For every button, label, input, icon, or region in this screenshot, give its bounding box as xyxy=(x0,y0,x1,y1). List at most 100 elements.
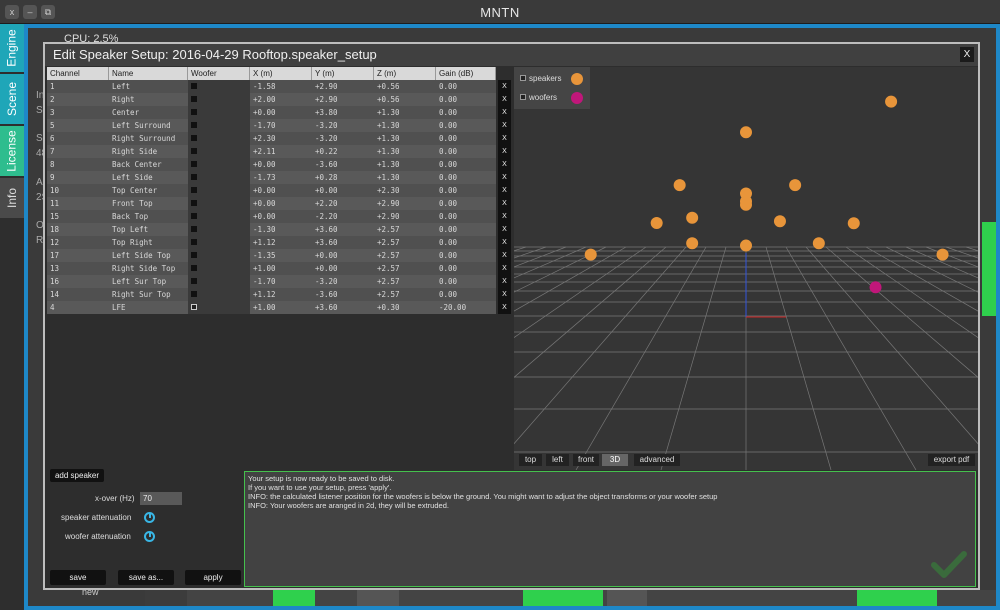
remove-speaker-button[interactable]: X xyxy=(498,223,511,236)
woofer-checkbox[interactable] xyxy=(191,122,197,128)
table-row[interactable]: 5 Left Surround -1.70 -3.20 +1.30 0.00 X xyxy=(47,119,512,132)
cell-y[interactable]: -3.20 xyxy=(312,132,374,145)
cell-channel[interactable]: 10 xyxy=(47,184,109,197)
cell-gain[interactable]: 0.00 xyxy=(436,184,496,197)
xover-input[interactable]: 70 xyxy=(140,492,182,505)
table-row[interactable]: 7 Right Side +2.11 +0.22 +1.30 0.00 X xyxy=(47,145,512,158)
table-row[interactable]: 2 Right +2.00 +2.90 +0.56 0.00 X xyxy=(47,93,512,106)
cell-z[interactable]: +2.57 xyxy=(374,288,436,301)
cell-z[interactable]: +1.30 xyxy=(374,119,436,132)
woofer-checkbox[interactable] xyxy=(191,174,197,180)
cell-z[interactable]: +1.30 xyxy=(374,106,436,119)
cell-channel[interactable]: 18 xyxy=(47,223,109,236)
tab-engine[interactable]: Engine xyxy=(0,24,24,72)
cell-channel[interactable]: 5 xyxy=(47,119,109,132)
woofer-checkbox-cell[interactable] xyxy=(188,145,250,158)
cell-y[interactable]: +3.60 xyxy=(312,301,374,314)
cell-channel[interactable]: 11 xyxy=(47,197,109,210)
woofer-checkbox-cell[interactable] xyxy=(188,93,250,106)
cell-name[interactable]: Left Side xyxy=(109,171,188,184)
woofer-checkbox-cell[interactable] xyxy=(188,249,250,262)
cell-y[interactable]: +2.90 xyxy=(312,93,374,106)
table-row[interactable]: 12 Top Right +1.12 +3.60 +2.57 0.00 X xyxy=(47,236,512,249)
add-speaker-button[interactable]: add speaker xyxy=(50,469,104,482)
remove-speaker-button[interactable]: X xyxy=(498,106,511,119)
woofer-checkbox[interactable] xyxy=(191,226,197,232)
cell-x[interactable]: +0.00 xyxy=(250,197,312,210)
cell-x[interactable]: +0.00 xyxy=(250,184,312,197)
cell-gain[interactable]: 0.00 xyxy=(436,171,496,184)
cell-z[interactable]: +2.57 xyxy=(374,275,436,288)
cell-z[interactable]: +0.56 xyxy=(374,80,436,93)
table-row[interactable]: 15 Back Top +0.00 -2.20 +2.90 0.00 X xyxy=(47,210,512,223)
cell-channel[interactable]: 17 xyxy=(47,249,109,262)
cell-y[interactable]: +2.20 xyxy=(312,197,374,210)
view-top-button[interactable]: top xyxy=(519,454,542,466)
remove-speaker-button[interactable]: X xyxy=(498,288,511,301)
cell-name[interactable]: Left Surround xyxy=(109,119,188,132)
table-row[interactable]: 6 Right Surround +2.30 -3.20 +1.30 0.00 X xyxy=(47,132,512,145)
cell-channel[interactable]: 3 xyxy=(47,106,109,119)
cell-z[interactable]: +2.30 xyxy=(374,184,436,197)
speaker-3d-view[interactable]: speakers woofers xyxy=(514,67,978,470)
remove-speaker-button[interactable]: X xyxy=(498,158,511,171)
cell-y[interactable]: +0.00 xyxy=(312,184,374,197)
legend-speakers[interactable]: speakers xyxy=(520,74,561,83)
dialog-close-button[interactable]: X xyxy=(960,47,974,62)
export-pdf-button[interactable]: export pdf xyxy=(928,454,975,466)
cell-x[interactable]: +0.00 xyxy=(250,210,312,223)
view-front-button[interactable]: front xyxy=(573,454,599,466)
cell-y[interactable]: +2.90 xyxy=(312,80,374,93)
cell-gain[interactable]: 0.00 xyxy=(436,210,496,223)
legend-woofers[interactable]: woofers xyxy=(520,93,557,102)
view-advanced-button[interactable]: advanced xyxy=(634,454,680,466)
cell-y[interactable]: -3.60 xyxy=(312,288,374,301)
remove-speaker-button[interactable]: X xyxy=(498,262,511,275)
cell-channel[interactable]: 4 xyxy=(47,301,109,314)
cell-y[interactable]: -3.60 xyxy=(312,158,374,171)
woofer-checkbox-cell[interactable] xyxy=(188,275,250,288)
cell-gain[interactable]: 0.00 xyxy=(436,223,496,236)
woofer-checkbox-cell[interactable] xyxy=(188,288,250,301)
table-row[interactable]: 11 Front Top +0.00 +2.20 +2.90 0.00 X xyxy=(47,197,512,210)
woofers-toggle-checkbox[interactable] xyxy=(520,93,526,100)
table-row[interactable]: 14 Right Sur Top +1.12 -3.60 +2.57 0.00 X xyxy=(47,288,512,301)
cell-channel[interactable]: 8 xyxy=(47,158,109,171)
cell-x[interactable]: +2.00 xyxy=(250,93,312,106)
cell-gain[interactable]: 0.00 xyxy=(436,288,496,301)
cell-x[interactable]: +2.11 xyxy=(250,145,312,158)
cell-name[interactable]: Back Top xyxy=(109,210,188,223)
cell-y[interactable]: +0.00 xyxy=(312,262,374,275)
woofer-checkbox-cell[interactable] xyxy=(188,262,250,275)
cell-gain[interactable]: 0.00 xyxy=(436,106,496,119)
table-row[interactable]: 4 LFE +1.00 +3.60 +0.30 -20.00 X xyxy=(47,301,512,314)
cell-z[interactable]: +2.57 xyxy=(374,236,436,249)
cell-gain[interactable]: 0.00 xyxy=(436,236,496,249)
cell-x[interactable]: -1.70 xyxy=(250,275,312,288)
table-row[interactable]: 8 Back Center +0.00 -3.60 +1.30 0.00 X xyxy=(47,158,512,171)
cell-y[interactable]: -2.20 xyxy=(312,210,374,223)
cell-y[interactable]: +0.22 xyxy=(312,145,374,158)
woofer-checkbox-cell[interactable] xyxy=(188,80,250,93)
cell-z[interactable]: +1.30 xyxy=(374,171,436,184)
cell-gain[interactable]: 0.00 xyxy=(436,262,496,275)
woofer-checkbox-cell[interactable] xyxy=(188,171,250,184)
cell-x[interactable]: +1.00 xyxy=(250,262,312,275)
woofer-checkbox-cell[interactable] xyxy=(188,236,250,249)
woofer-checkbox[interactable] xyxy=(191,252,197,258)
woofer-checkbox-cell[interactable] xyxy=(188,301,250,314)
apply-button[interactable]: apply xyxy=(185,570,241,585)
cell-channel[interactable]: 1 xyxy=(47,80,109,93)
cell-z[interactable]: +2.57 xyxy=(374,223,436,236)
cell-name[interactable]: Left Sur Top xyxy=(109,275,188,288)
remove-speaker-button[interactable]: X xyxy=(498,171,511,184)
tab-info[interactable]: Info xyxy=(0,178,24,218)
table-row[interactable]: 17 Left Side Top -1.35 +0.00 +2.57 0.00 X xyxy=(47,249,512,262)
cell-name[interactable]: Center xyxy=(109,106,188,119)
woofer-checkbox-cell[interactable] xyxy=(188,132,250,145)
cell-z[interactable]: +2.57 xyxy=(374,249,436,262)
table-row[interactable]: 13 Right Side Top +1.00 +0.00 +2.57 0.00 X xyxy=(47,262,512,275)
woofer-checkbox-cell[interactable] xyxy=(188,223,250,236)
cell-y[interactable]: +0.00 xyxy=(312,249,374,262)
cell-y[interactable]: +3.60 xyxy=(312,223,374,236)
